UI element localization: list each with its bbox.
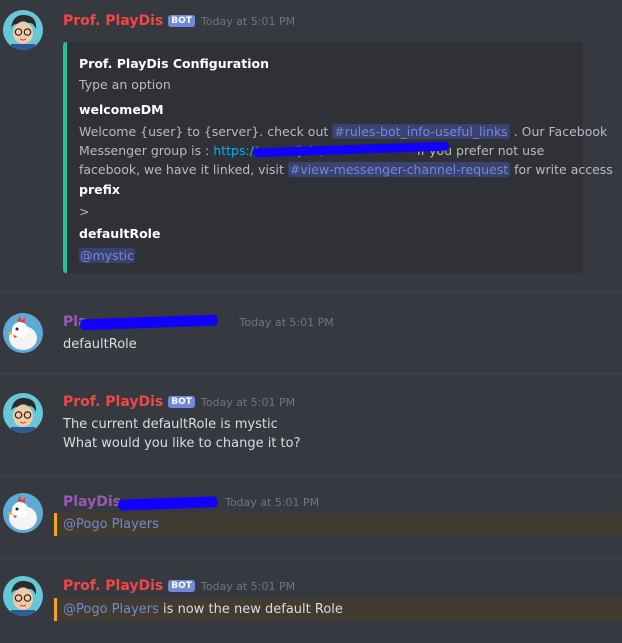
timestamp: Today at 5:01 PM: [239, 316, 334, 329]
avatar-professor-icon[interactable]: [3, 576, 43, 616]
author-name[interactable]: Prof. PlayDis: [63, 578, 163, 594]
message-text-line2: What would you like to change it to?: [63, 436, 301, 451]
message-divider: [0, 558, 622, 559]
channel-mention-rules[interactable]: #rules-bot_info-useful_links: [332, 124, 510, 139]
message-text: @Pogo Players: [63, 515, 159, 534]
timestamp: Today at 5:01 PM: [224, 496, 320, 509]
field-value-defaultrole: @mystic: [79, 248, 135, 263]
role-mention-pogo-players[interactable]: @Pogo Players: [63, 602, 159, 617]
author-name[interactable]: PlayDis: [63, 494, 121, 510]
avatar-professor-icon[interactable]: [3, 393, 43, 433]
message-divider: [0, 291, 622, 292]
timestamp: Today at 5:01 PM: [200, 15, 296, 28]
message-divider: [0, 373, 622, 374]
avatar-bird-icon[interactable]: [3, 313, 43, 353]
embed-subtitle: Type an option: [79, 77, 171, 92]
role-mention-pogo-players[interactable]: @Pogo Players: [63, 517, 159, 532]
message-divider: [0, 475, 622, 476]
field-name-welcomedm: welcomeDM: [79, 102, 164, 117]
field-name-defaultrole: defaultRole: [79, 226, 161, 241]
bot-badge: BOT: [168, 580, 195, 592]
config-embed: Prof. PlayDis Configuration Type an opti…: [63, 42, 613, 273]
timestamp: Today at 5:01 PM: [200, 396, 296, 409]
bot-badge: BOT: [168, 396, 195, 408]
text: . Our Facebook: [513, 124, 608, 139]
message-text: @Pogo Players is now the new default Rol…: [63, 600, 343, 619]
channel-mention-view-messenger[interactable]: #view-messenger-channel-request: [287, 162, 511, 177]
avatar-professor-icon[interactable]: [3, 10, 43, 50]
message-text: defaultRole: [63, 337, 137, 352]
bot-badge: BOT: [168, 15, 195, 27]
field-value-prefix: >: [79, 204, 90, 219]
text: facebook, we have it linked, visit: [79, 162, 284, 177]
role-mention-mystic[interactable]: @mystic: [79, 248, 135, 263]
field-value-welcomedm-line3: facebook, we have it linked, visit #view…: [79, 162, 613, 177]
author-name[interactable]: Prof. PlayDis: [63, 394, 163, 410]
field-value-welcomedm-line1: Welcome {user} to {server}. check out #r…: [79, 124, 607, 139]
text: for write access: [514, 162, 613, 177]
text: is now the new default Role: [163, 602, 343, 617]
timestamp: Today at 5:01 PM: [200, 580, 296, 593]
text: Messenger group is :: [79, 143, 210, 158]
author-name[interactable]: Prof. PlayDis: [63, 13, 163, 29]
text: Welcome {user} to {server}. check out: [79, 124, 329, 139]
message-text-line1: The current defaultRole is mystic: [63, 417, 278, 432]
field-name-prefix: prefix: [79, 182, 120, 197]
embed-title: Prof. PlayDis Configuration: [79, 56, 269, 71]
avatar-bird-icon[interactable]: [3, 493, 43, 533]
